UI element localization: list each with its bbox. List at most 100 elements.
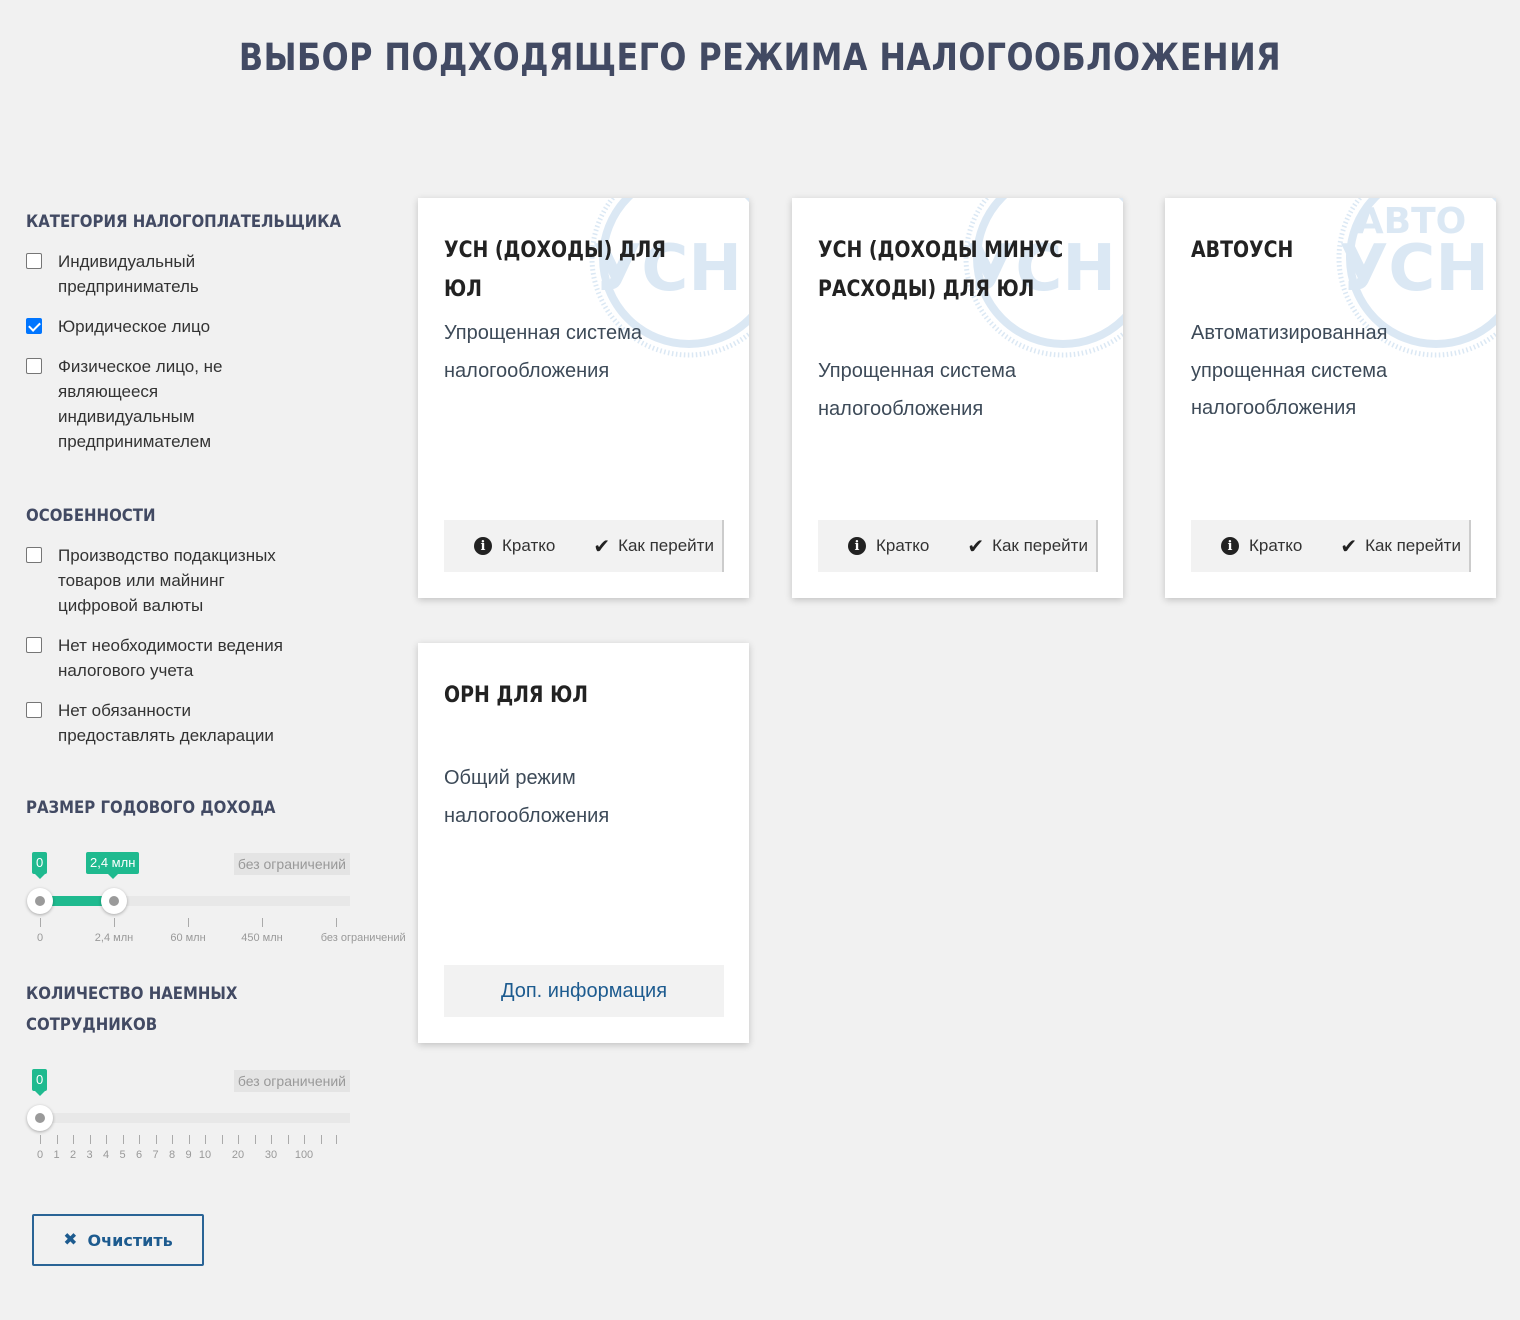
card-description: Общий режим налогообложения: [444, 760, 729, 835]
how-to-switch-label: Как перейти: [992, 536, 1088, 555]
category-section: КАТЕГОРИЯ НАЛОГОПЛАТЕЛЬЩИКА Индивидуальн…: [26, 207, 386, 451]
brief-label: Кратко: [876, 536, 930, 555]
features-checkbox-2[interactable]: [26, 637, 42, 653]
card-description: Упрощенная система налогообложения: [818, 353, 1103, 428]
income-max-handle[interactable]: [101, 888, 127, 914]
slider-tick-label: 1: [53, 1149, 60, 1161]
income-section: РАЗМЕР ГОДОВОГО ДОХОДА: [26, 793, 386, 824]
employees-title-line-2: СОТРУДНИКОВ: [26, 1015, 158, 1035]
features-option-2[interactable]: Нет необходимости ведения налогового учет…: [26, 633, 283, 683]
card-description-line: налогообложения: [818, 397, 984, 420]
features-checkbox-1[interactable]: [26, 547, 42, 563]
slider-tick: [40, 918, 41, 927]
income-min-handle[interactable]: [27, 888, 53, 914]
card-title-line: ОРН ДЛЯ ЮЛ: [444, 683, 589, 708]
income-title: РАЗМЕР ГОДОВОГО ДОХОДА: [26, 798, 276, 818]
features-option-label: Нет необходимости ведения налогового учет…: [58, 633, 283, 683]
card-description-line: упрощенная система: [1191, 359, 1388, 382]
slider-tick-label: 10: [198, 1149, 212, 1161]
slider-tick-label: 0: [36, 1149, 44, 1161]
regime-card-3[interactable]: АВТО УСН АВТОУСН Автоматизированная упрощенн…: [1165, 198, 1496, 598]
features-section: ОСОБЕННОСТИ Производство подакцизных това…: [26, 501, 386, 745]
features-checkbox-3[interactable]: [26, 702, 42, 718]
regime-card-1[interactable]: УСН УСН (ДОХОДЫ) ДЛЯ ЮЛ Упрощенная система…: [418, 198, 749, 598]
card-description-line: налогообложения: [444, 804, 610, 827]
slider-tick: [262, 918, 263, 927]
slider-tick-label: 2,4 млн: [94, 932, 134, 944]
brief-button[interactable]: i Кратко: [1221, 536, 1302, 556]
slider-tick: [205, 1135, 206, 1144]
slider-tick-label: 9: [185, 1149, 192, 1161]
category-option-label: Индивидуальный предприниматель: [58, 249, 199, 299]
category-option-label-line: предпринимателем: [58, 432, 212, 451]
income-max-tooltip: 2,4 млн: [86, 852, 140, 879]
clear-button-label: Очистить: [87, 1230, 173, 1250]
slider-tick: [287, 1135, 289, 1144]
checkmark-icon: ✔: [593, 535, 611, 558]
slider-tick-label: 6: [135, 1149, 143, 1161]
slider-tick: [304, 1135, 305, 1144]
card-actions: i Кратко ✔ Как перейти: [1191, 520, 1471, 572]
category-option-3[interactable]: Физическое лицо, не являющееся индивидуаль…: [26, 354, 223, 454]
card-actions: i Кратко ✔ Как перейти: [444, 520, 724, 572]
employees-slider[interactable]: 0 без ограничений 0 1 2 3 4 5 6 7 8 9 10 20 30 100: [26, 1069, 386, 1169]
slider-tick-label: без ограничений: [320, 932, 406, 944]
slider-tick: [106, 1135, 107, 1144]
how-to-switch-button[interactable]: ✔ Как перейти: [967, 534, 1088, 559]
employees-slider-track[interactable]: [40, 1113, 350, 1123]
slider-tick: [188, 1135, 190, 1144]
category-checkbox-3[interactable]: [26, 358, 42, 374]
slider-tick: [238, 1135, 239, 1144]
category-option-label-line: индивидуальным: [58, 407, 195, 426]
features-option-3[interactable]: Нет обязанности предоставлять декларации: [26, 698, 274, 748]
card-description-line: налогообложения: [1191, 397, 1357, 419]
regime-card-2[interactable]: УСН УСН (ДОХОДЫ МИНУС РАСХОДЫ) ДЛЯ ЮЛ Упрощ…: [792, 198, 1123, 598]
features-option-label-line: предоставлять декларации: [58, 726, 274, 745]
category-option-label: Юридическое лицо: [58, 314, 210, 339]
slider-tick-label: 8: [168, 1149, 176, 1161]
how-to-switch-button[interactable]: ✔ Как перейти: [593, 534, 714, 559]
slider-tick-label: 4: [102, 1149, 110, 1161]
features-option-label-line: Нет необходимости ведения: [58, 636, 283, 655]
card-title: УСН (ДОХОДЫ МИНУС РАСХОДЫ) ДЛЯ ЮЛ: [818, 231, 1076, 309]
category-option-2[interactable]: Юридическое лицо: [26, 314, 210, 339]
clear-filters-button[interactable]: ✖ Очистить: [32, 1214, 204, 1266]
income-limit-label: без ограничений: [233, 853, 350, 875]
slider-tick: [139, 1135, 140, 1144]
employees-value-tooltip: 0: [32, 1069, 48, 1096]
features-title: ОСОБЕННОСТИ: [26, 506, 156, 526]
card-title: ОРН ДЛЯ ЮЛ: [444, 676, 702, 715]
category-option-label-line: предприниматель: [58, 277, 199, 296]
slider-tick-label: 450 млн: [241, 932, 283, 944]
brief-button[interactable]: i Кратко: [474, 536, 555, 556]
more-info-button[interactable]: Доп. информация: [444, 965, 724, 1017]
features-option-1[interactable]: Производство подакцизных товаров или майн…: [26, 543, 276, 618]
how-to-switch-button[interactable]: ✔ Как перейти: [1340, 534, 1461, 559]
close-icon: ✖: [63, 1230, 78, 1250]
category-checkbox-2[interactable]: [26, 318, 42, 334]
slider-tick: [336, 918, 337, 927]
card-description: Автоматизированная упрощенная система нало…: [1191, 315, 1476, 428]
checkmark-icon: ✔: [1340, 535, 1358, 558]
slider-tick: [114, 918, 115, 927]
how-to-switch-label: Как перейти: [618, 536, 714, 555]
features-option-label-line: товаров или майнинг: [58, 571, 225, 590]
category-checkbox-1[interactable]: [26, 253, 42, 269]
slider-tick: [188, 918, 189, 927]
category-title: КАТЕГОРИЯ НАЛОГОПЛАТЕЛЬЩИКА: [26, 212, 342, 232]
regime-card-4[interactable]: ОРН ДЛЯ ЮЛ Общий режим налогообложения Доп.…: [418, 643, 749, 1043]
brief-button[interactable]: i Кратко: [848, 536, 929, 556]
how-to-switch-label: Как перейти: [1365, 536, 1461, 555]
employees-title-line-1: КОЛИЧЕСТВО НАЕМНЫХ: [26, 984, 238, 1004]
slider-tick-label: 3: [86, 1149, 93, 1161]
employees-handle[interactable]: [27, 1105, 53, 1131]
slider-tick: [73, 1135, 74, 1144]
features-option-label-line: Производство подакцизных: [58, 546, 276, 565]
slider-tick: [172, 1135, 173, 1144]
category-option-1[interactable]: Индивидуальный предприниматель: [26, 249, 199, 299]
income-range-slider[interactable]: 0 2,4 млн без ограничений 0 2,4 млн 60 млн…: [26, 852, 406, 952]
checkmark-icon: ✔: [967, 535, 985, 558]
slider-tick: [254, 1135, 256, 1144]
card-actions: i Кратко ✔ Как перейти: [818, 520, 1098, 572]
slider-tick-label: 20: [231, 1149, 245, 1161]
